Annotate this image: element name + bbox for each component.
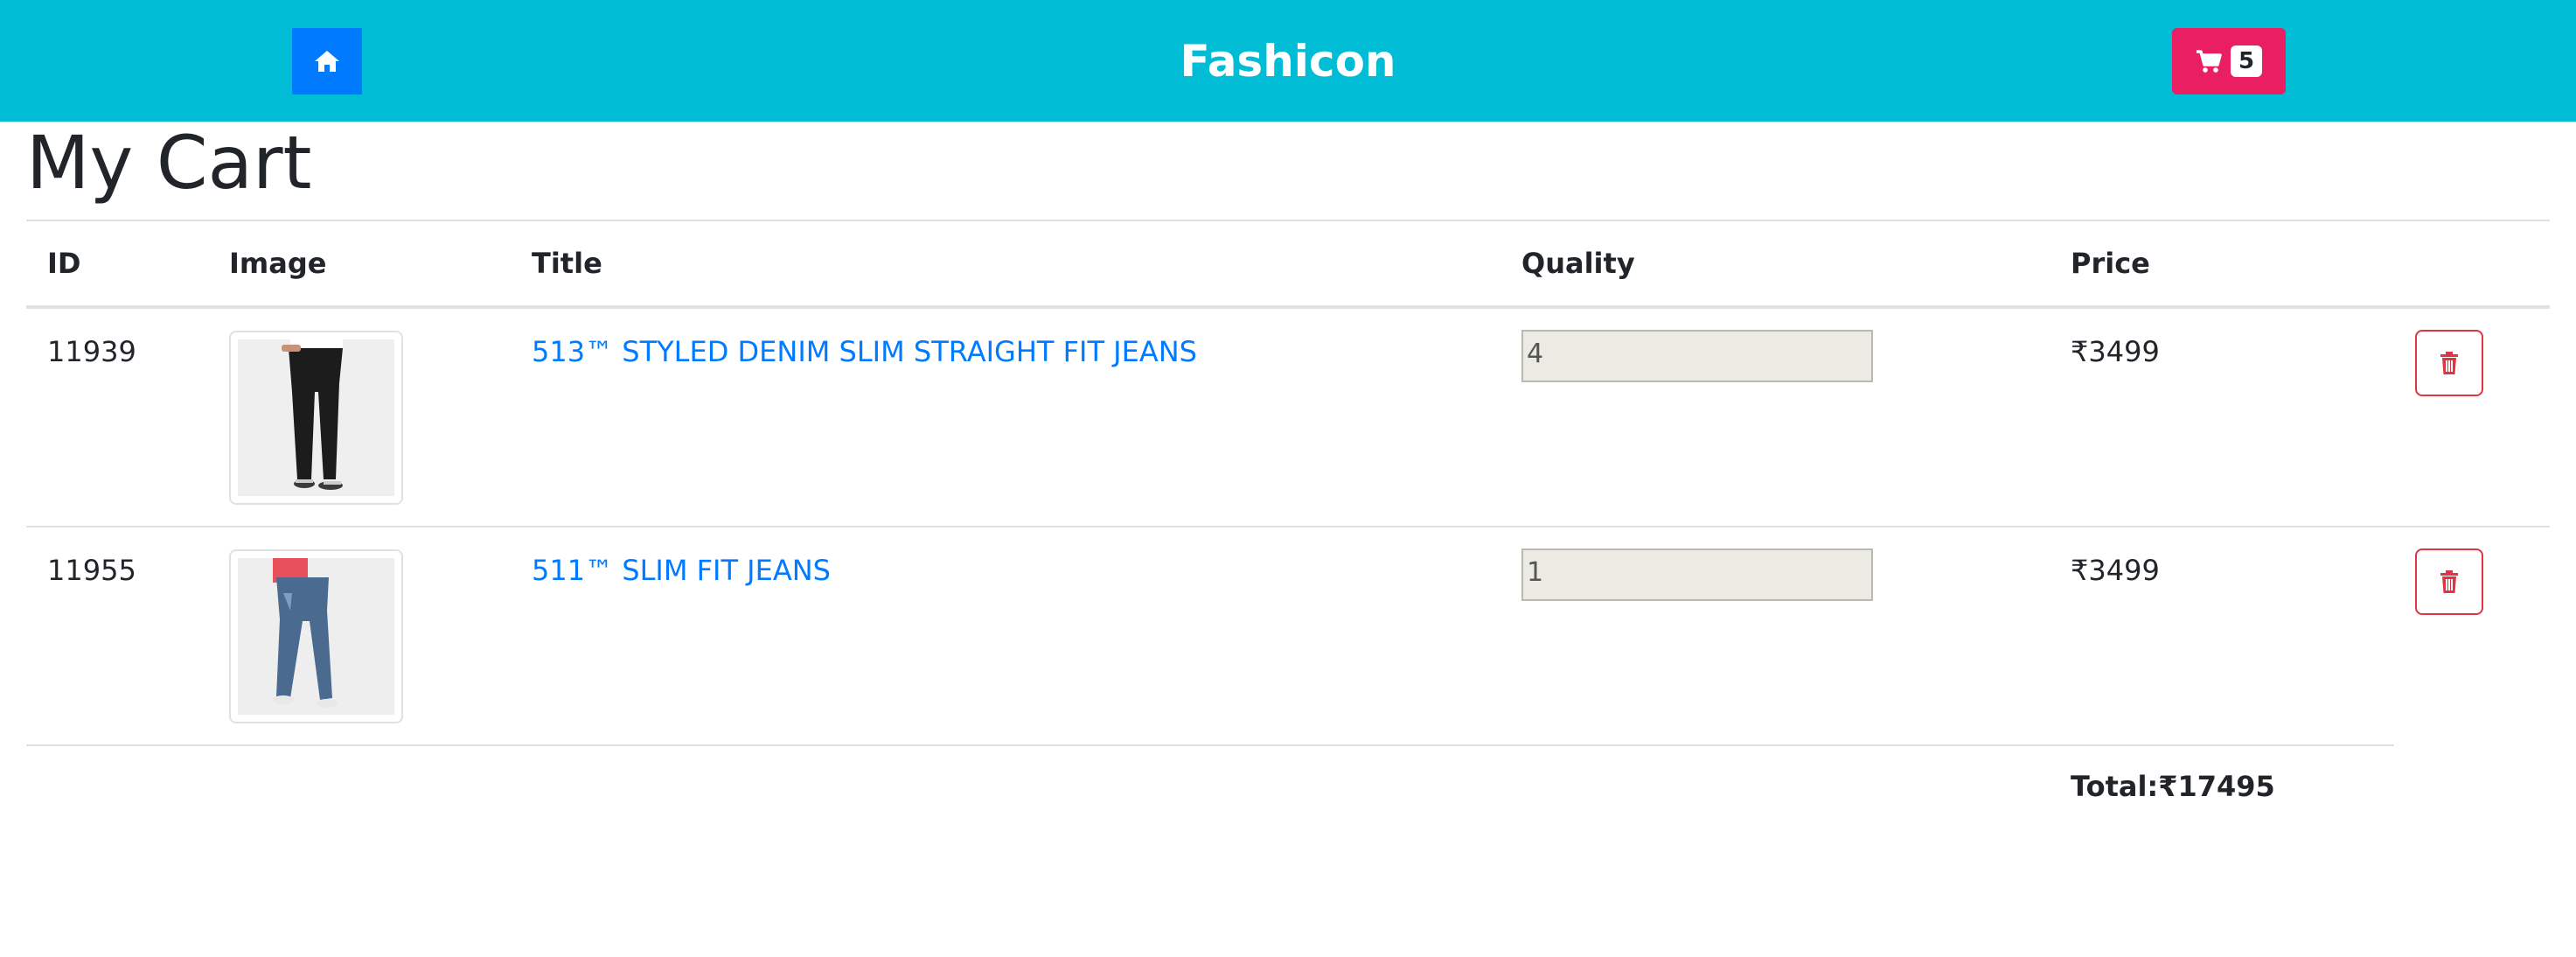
product-title-link[interactable]: 511™ SLIM FIT JEANS xyxy=(532,554,831,587)
home-icon xyxy=(315,51,339,72)
delete-item-button[interactable] xyxy=(2415,330,2483,396)
row-id: 11955 xyxy=(47,554,136,587)
table-header-border xyxy=(26,305,2550,309)
page-title: My Cart xyxy=(26,120,312,206)
row-divider xyxy=(26,744,2394,746)
shopping-cart-icon xyxy=(2197,50,2222,73)
product-title-link[interactable]: 513™ STYLED DENIM SLIM STRAIGHT FIT JEAN… xyxy=(532,335,1197,368)
black-jeans-product-image xyxy=(238,339,394,496)
row-id: 11939 xyxy=(47,335,136,368)
column-header-quality: Quality xyxy=(1521,247,1635,280)
column-header-title: Title xyxy=(532,247,602,280)
row-price: ₹3499 xyxy=(2071,554,2160,587)
quantity-input[interactable]: 4 xyxy=(1521,330,1873,382)
quantity-input[interactable]: 1 xyxy=(1521,548,1873,601)
cart-button[interactable]: 5 xyxy=(2172,28,2286,94)
column-header-image: Image xyxy=(229,247,327,280)
cart-total: Total:₹17495 xyxy=(2071,770,2275,803)
column-header-id: ID xyxy=(47,247,81,280)
brand-title[interactable]: Fashicon xyxy=(1113,0,1463,122)
trash-icon xyxy=(2440,352,2458,374)
product-thumbnail[interactable] xyxy=(229,331,403,505)
home-button[interactable] xyxy=(292,28,362,94)
blue-jeans-product-image xyxy=(238,558,394,715)
cart-count-badge: 5 xyxy=(2231,45,2262,77)
trash-icon xyxy=(2440,570,2458,593)
delete-item-button[interactable] xyxy=(2415,548,2483,615)
row-divider xyxy=(26,526,2550,527)
row-price: ₹3499 xyxy=(2071,335,2160,368)
table-top-border xyxy=(26,220,2550,221)
column-header-price: Price xyxy=(2071,247,2150,280)
product-thumbnail[interactable] xyxy=(229,549,403,723)
navbar: Fashicon 5 xyxy=(0,0,2576,122)
